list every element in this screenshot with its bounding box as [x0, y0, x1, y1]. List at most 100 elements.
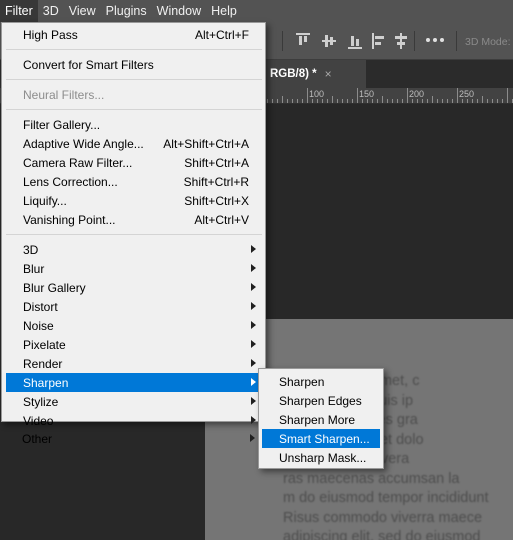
ruler-tick: [337, 99, 338, 103]
ruler-tick: [357, 88, 358, 103]
menu-item-label: Distort: [23, 300, 58, 314]
close-icon[interactable]: ×: [325, 67, 332, 81]
menu-item-distort[interactable]: Distort: [6, 297, 262, 316]
align-vertical-centers-icon[interactable]: [322, 33, 336, 49]
submenu-item-label: Unsharp Mask...: [279, 451, 367, 465]
menu-item-pixelate[interactable]: Pixelate: [6, 335, 262, 354]
menu-item-neural-filters: Neural Filters...: [6, 85, 262, 104]
menu-item-label: Render: [23, 357, 63, 371]
ruler-tick: [447, 99, 448, 103]
menu-item-label: Blur: [23, 262, 45, 276]
menu-help[interactable]: Help: [206, 0, 242, 22]
menu-item-3d[interactable]: 3D: [6, 240, 262, 259]
menu-item-label: Vanishing Point...: [23, 213, 116, 227]
ruler-tick: [347, 99, 348, 103]
ruler-tick: [397, 99, 398, 103]
ruler-label: 100: [309, 89, 325, 99]
more-dots-icon[interactable]: [426, 38, 444, 44]
ruler-tick: [277, 99, 278, 103]
menu-item-label: Filter Gallery...: [23, 118, 101, 132]
chevron-right-icon: [250, 434, 255, 442]
menu-window[interactable]: Window: [152, 0, 206, 22]
ruler-tick: [352, 99, 353, 103]
document-tab[interactable]: RGB/8) * ×: [262, 60, 366, 88]
sharpen-submenu: Sharpen Sharpen Edges Sharpen More Smart…: [258, 368, 384, 469]
menu-filter[interactable]: Filter: [0, 0, 38, 22]
ruler-tick: [327, 99, 328, 103]
menu-item-lens-correction[interactable]: Lens Correction... Shift+Ctrl+R: [6, 172, 262, 191]
submenu-item-sharpen-edges[interactable]: Sharpen Edges: [262, 391, 380, 410]
menu-item-shortcut: Shift+Ctrl+X: [184, 194, 249, 208]
align-left-edges-icon[interactable]: [372, 33, 386, 49]
ruler-tick: [432, 96, 433, 103]
menu-item-convert-smart-filters[interactable]: Convert for Smart Filters: [6, 55, 262, 74]
menu-item-sharpen[interactable]: Sharpen: [6, 373, 262, 392]
ruler-tick: [412, 99, 413, 103]
menu-separator: [6, 234, 262, 235]
menu-item-label: Neural Filters...: [23, 88, 105, 102]
menu-item-noise[interactable]: Noise: [6, 316, 262, 335]
ruler-tick: [422, 99, 423, 103]
ruler-tick: [272, 99, 273, 103]
canvas-text-line: ras maecenas accumsan la: [283, 470, 460, 487]
menu-item-blur[interactable]: Blur: [6, 259, 262, 278]
menu-item-shortcut: Alt+Ctrl+F: [194, 28, 249, 42]
menu-item-filter-gallery[interactable]: Filter Gallery...: [6, 115, 262, 134]
align-horizontal-centers-icon[interactable]: [394, 33, 408, 49]
ruler-tick: [502, 99, 503, 103]
ruler-tick: [497, 99, 498, 103]
submenu-item-smart-sharpen[interactable]: Smart Sharpen...: [262, 429, 380, 448]
menu-item-liquify[interactable]: Liquify... Shift+Ctrl+X: [6, 191, 262, 210]
menu-item-vanishing-point[interactable]: Vanishing Point... Alt+Ctrl+V: [6, 210, 262, 229]
ruler-tick: [417, 99, 418, 103]
ruler-tick: [437, 99, 438, 103]
menu-item-stylize[interactable]: Stylize: [6, 392, 262, 411]
ruler-tick: [362, 99, 363, 103]
menu-item-label: Other: [22, 432, 53, 446]
menu-item-adaptive-wide-angle[interactable]: Adaptive Wide Angle... Alt+Shift+Ctrl+A: [6, 134, 262, 153]
menu-item-label: Sharpen: [23, 376, 69, 390]
menu-item-label: Blur Gallery: [23, 281, 86, 295]
align-top-edges-icon[interactable]: [296, 33, 310, 49]
menu-item-other[interactable]: Other: [5, 429, 261, 448]
menu-view[interactable]: View: [64, 0, 101, 22]
menu-item-shortcut: Shift+Ctrl+R: [183, 175, 249, 189]
chevron-right-icon: [251, 283, 256, 291]
align-bottom-edges-icon[interactable]: [348, 33, 362, 49]
menu-item-shortcut: Shift+Ctrl+A: [184, 156, 249, 170]
chevron-right-icon: [251, 359, 256, 367]
ruler-tick: [427, 99, 428, 103]
ruler-tick: [267, 99, 268, 103]
menu-separator: [6, 79, 262, 80]
canvas-text-line: Risus commodo viverra maece: [283, 509, 483, 526]
menu-separator: [6, 109, 262, 110]
ruler-tick: [312, 99, 313, 103]
ruler-tick: [307, 88, 308, 103]
ruler-tick: [457, 88, 458, 103]
ruler-tick: [402, 99, 403, 103]
chevron-right-icon: [251, 340, 256, 348]
ruler-label: 150: [359, 89, 375, 99]
menu-item-blur-gallery[interactable]: Blur Gallery: [6, 278, 262, 297]
menu-item-shortcut: Alt+Shift+Ctrl+A: [163, 137, 249, 151]
chevron-right-icon: [251, 378, 256, 386]
ruler-tick: [297, 99, 298, 103]
menu-item-render[interactable]: Render: [6, 354, 262, 373]
chevron-right-icon: [251, 321, 256, 329]
submenu-item-unsharp-mask[interactable]: Unsharp Mask...: [262, 448, 380, 467]
menu-item-label: 3D: [23, 243, 39, 257]
ruler-tick: [482, 96, 483, 103]
menu-item-video[interactable]: Video: [6, 411, 262, 428]
ruler-tick: [332, 96, 333, 103]
ruler-tick: [367, 99, 368, 103]
submenu-item-sharpen[interactable]: Sharpen: [262, 372, 380, 391]
submenu-item-sharpen-more[interactable]: Sharpen More: [262, 410, 380, 429]
menu-item-camera-raw-filter[interactable]: Camera Raw Filter... Shift+Ctrl+A: [6, 153, 262, 172]
menu-item-label: Convert for Smart Filters: [23, 58, 154, 72]
menu-plugins[interactable]: Plugins: [101, 0, 152, 22]
toolbar-separator: [282, 31, 283, 51]
submenu-item-label: Sharpen: [279, 375, 325, 389]
ruler-label: 200: [409, 89, 425, 99]
menu-item-high-pass[interactable]: High Pass Alt+Ctrl+F: [6, 25, 262, 44]
menu-3d[interactable]: 3D: [38, 0, 64, 22]
